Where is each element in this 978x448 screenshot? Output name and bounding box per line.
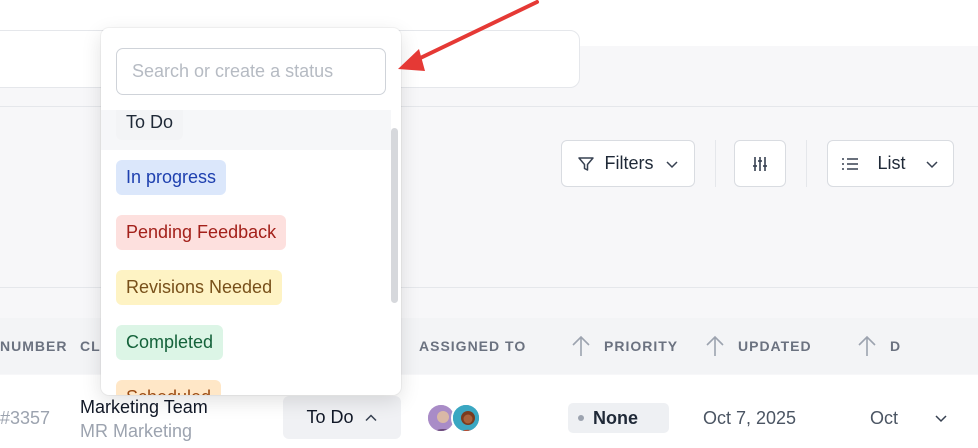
annotation-arrow-icon xyxy=(398,0,539,71)
